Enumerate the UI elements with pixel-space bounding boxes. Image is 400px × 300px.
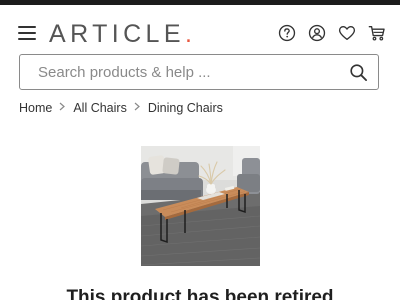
chevron-right-icon (59, 102, 66, 114)
search-bar (19, 54, 379, 90)
search-input[interactable] (38, 55, 338, 89)
product-retired-notice: This product has been retired (66, 287, 334, 300)
breadcrumb-all-chairs[interactable]: All Chairs (73, 101, 127, 115)
menu-icon[interactable] (18, 26, 36, 40)
search-icon[interactable] (349, 63, 368, 82)
breadcrumb: Home All Chairs Dining Chairs (19, 100, 223, 116)
logo-text: ARTICLE (49, 20, 185, 48)
breadcrumb-home[interactable]: Home (19, 101, 52, 115)
page: ARTICLE. Search products & help ... Home… (0, 0, 400, 300)
chevron-right-icon (134, 102, 140, 114)
site-logo[interactable]: ARTICLE. (49, 20, 192, 48)
heart-icon[interactable] (338, 24, 356, 42)
account-icon[interactable] (308, 24, 326, 42)
cart-icon[interactable] (368, 24, 386, 42)
breadcrumb-dining-chairs[interactable]: Dining Chairs (148, 101, 223, 115)
header-actions (278, 24, 386, 44)
help-icon[interactable] (278, 24, 296, 42)
logo-dot: . (184, 20, 192, 48)
product-image (141, 146, 260, 266)
site-header: ARTICLE. (0, 18, 400, 50)
top-bar-strip (0, 0, 400, 5)
